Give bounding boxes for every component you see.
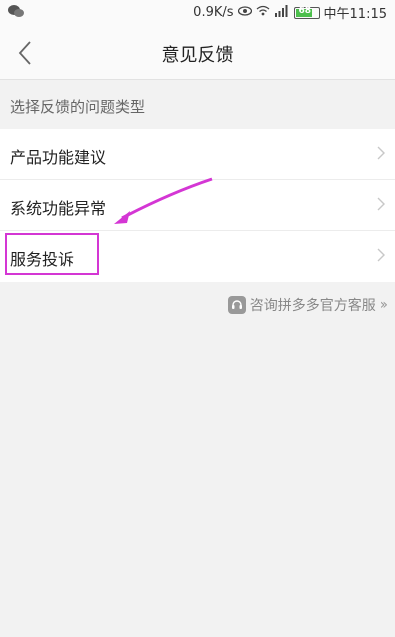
annotation-arrow [114, 177, 213, 224]
status-bar: 0.9K/s 68 中午11:15 [0, 0, 395, 24]
list-item-label: 系统功能异常 [10, 199, 107, 218]
list-item-label: 产品功能建议 [10, 148, 107, 167]
service-link-label: 咨询拼多多官方客服 [249, 298, 376, 314]
battery-level: 68 [298, 5, 312, 16]
clock: 中午11:15 [323, 7, 387, 22]
official-service-link[interactable]: 咨询拼多多官方客服 ›› [227, 295, 388, 315]
nav-bar: 意见反馈 [0, 24, 395, 80]
highlight-annotation-box [5, 233, 99, 275]
battery-icon: 68 [293, 5, 320, 19]
chevron-right-icon [377, 248, 385, 262]
section-header: 选择反馈的问题类型 [0, 81, 395, 129]
headset-icon [227, 296, 246, 314]
list-item-product-suggestion[interactable]: 产品功能建议 [0, 129, 395, 180]
wifi-icon [256, 5, 270, 20]
chevron-right-icon [377, 197, 385, 211]
status-indicators: 0.9K/s 68 中午11:15 [193, 3, 387, 22]
section-header-label: 选择反馈的问题类型 [10, 98, 146, 116]
eye-icon [237, 5, 252, 20]
page-title: 意见反馈 [161, 45, 234, 66]
network-speed: 0.9K/s [193, 5, 234, 20]
chevron-right-icon [377, 146, 385, 160]
signal-icon [274, 4, 288, 21]
double-chevron-right-icon: ›› [379, 297, 388, 313]
wechat-icon [8, 4, 24, 22]
